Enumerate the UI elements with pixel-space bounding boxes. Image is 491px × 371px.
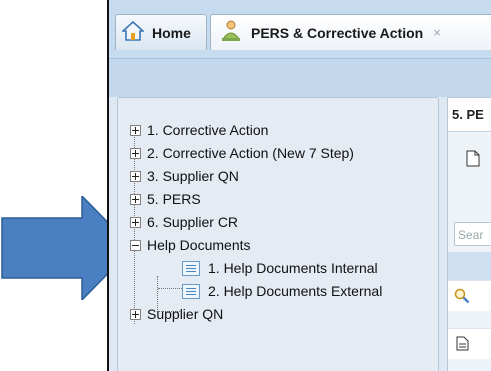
collapse-icon[interactable] bbox=[130, 239, 141, 251]
tab-pers-label: PERS & Corrective Action bbox=[251, 24, 424, 41]
list-row[interactable] bbox=[448, 328, 491, 359]
document-icon[interactable] bbox=[456, 336, 469, 356]
expand-icon[interactable] bbox=[130, 170, 141, 182]
tree-node-corrective-action-7step[interactable]: 2. Corrective Action (New 7 Step) bbox=[130, 143, 354, 163]
tab-home[interactable]: Home bbox=[115, 14, 207, 50]
tree-node-label: Supplier QN bbox=[147, 306, 224, 322]
tree-node-label: 6. Supplier CR bbox=[147, 214, 239, 230]
expand-icon[interactable] bbox=[130, 216, 141, 228]
tree-node-supplier-qn[interactable]: Supplier QN bbox=[130, 304, 223, 324]
new-document-icon[interactable] bbox=[466, 150, 480, 172]
tree-node-supplier-cr[interactable]: 6. Supplier CR bbox=[130, 212, 238, 232]
search-icon[interactable] bbox=[454, 288, 470, 309]
tree-connector bbox=[158, 288, 182, 289]
tree-node-label: 5. PERS bbox=[147, 191, 201, 207]
app-window: Home PERS & Corrective Action × 1. Corre… bbox=[107, 0, 491, 371]
header-band bbox=[448, 252, 491, 280]
search-input[interactable]: Sear bbox=[454, 222, 491, 246]
expand-icon[interactable] bbox=[130, 147, 141, 159]
tab-bar: Home PERS & Corrective Action × bbox=[109, 0, 491, 59]
tree-node-label: Help Documents bbox=[147, 237, 251, 253]
home-icon bbox=[120, 20, 146, 44]
people-icon bbox=[219, 20, 243, 45]
tree-leaf-help-documents-external[interactable]: 2. Help Documents External bbox=[182, 281, 382, 301]
document-icon bbox=[182, 283, 200, 299]
tab-pers[interactable]: PERS & Corrective Action × bbox=[210, 14, 491, 50]
detail-panel: 5. PE Sear bbox=[447, 97, 491, 371]
tree-node-label: 2. Corrective Action (New 7 Step) bbox=[147, 145, 354, 161]
list-row[interactable] bbox=[448, 280, 491, 311]
tree-node-label: 1. Help Documents Internal bbox=[208, 260, 378, 276]
close-icon[interactable]: × bbox=[433, 25, 441, 40]
tab-home-label: Home bbox=[152, 24, 191, 41]
expand-icon[interactable] bbox=[130, 308, 141, 320]
tree-node-label: 3. Supplier QN bbox=[147, 168, 239, 184]
navigation-tree-panel: 1. Corrective Action 2. Corrective Actio… bbox=[117, 97, 439, 371]
toolbar-strip bbox=[109, 59, 491, 97]
panel-title: 5. PE bbox=[448, 98, 491, 132]
tree-node-label: 1. Corrective Action bbox=[147, 122, 269, 138]
tree-node-label: 2. Help Documents External bbox=[208, 283, 383, 299]
tree-node-pers[interactable]: 5. PERS bbox=[130, 189, 201, 209]
document-icon bbox=[182, 260, 200, 276]
expand-icon[interactable] bbox=[130, 124, 141, 136]
tree-node-corrective-action[interactable]: 1. Corrective Action bbox=[130, 120, 268, 140]
tree-node-supplier-qn-3[interactable]: 3. Supplier QN bbox=[130, 166, 239, 186]
tree-leaf-help-documents-internal[interactable]: 1. Help Documents Internal bbox=[182, 258, 378, 278]
expand-icon[interactable] bbox=[130, 193, 141, 205]
tree-node-help-documents[interactable]: Help Documents bbox=[130, 235, 251, 255]
